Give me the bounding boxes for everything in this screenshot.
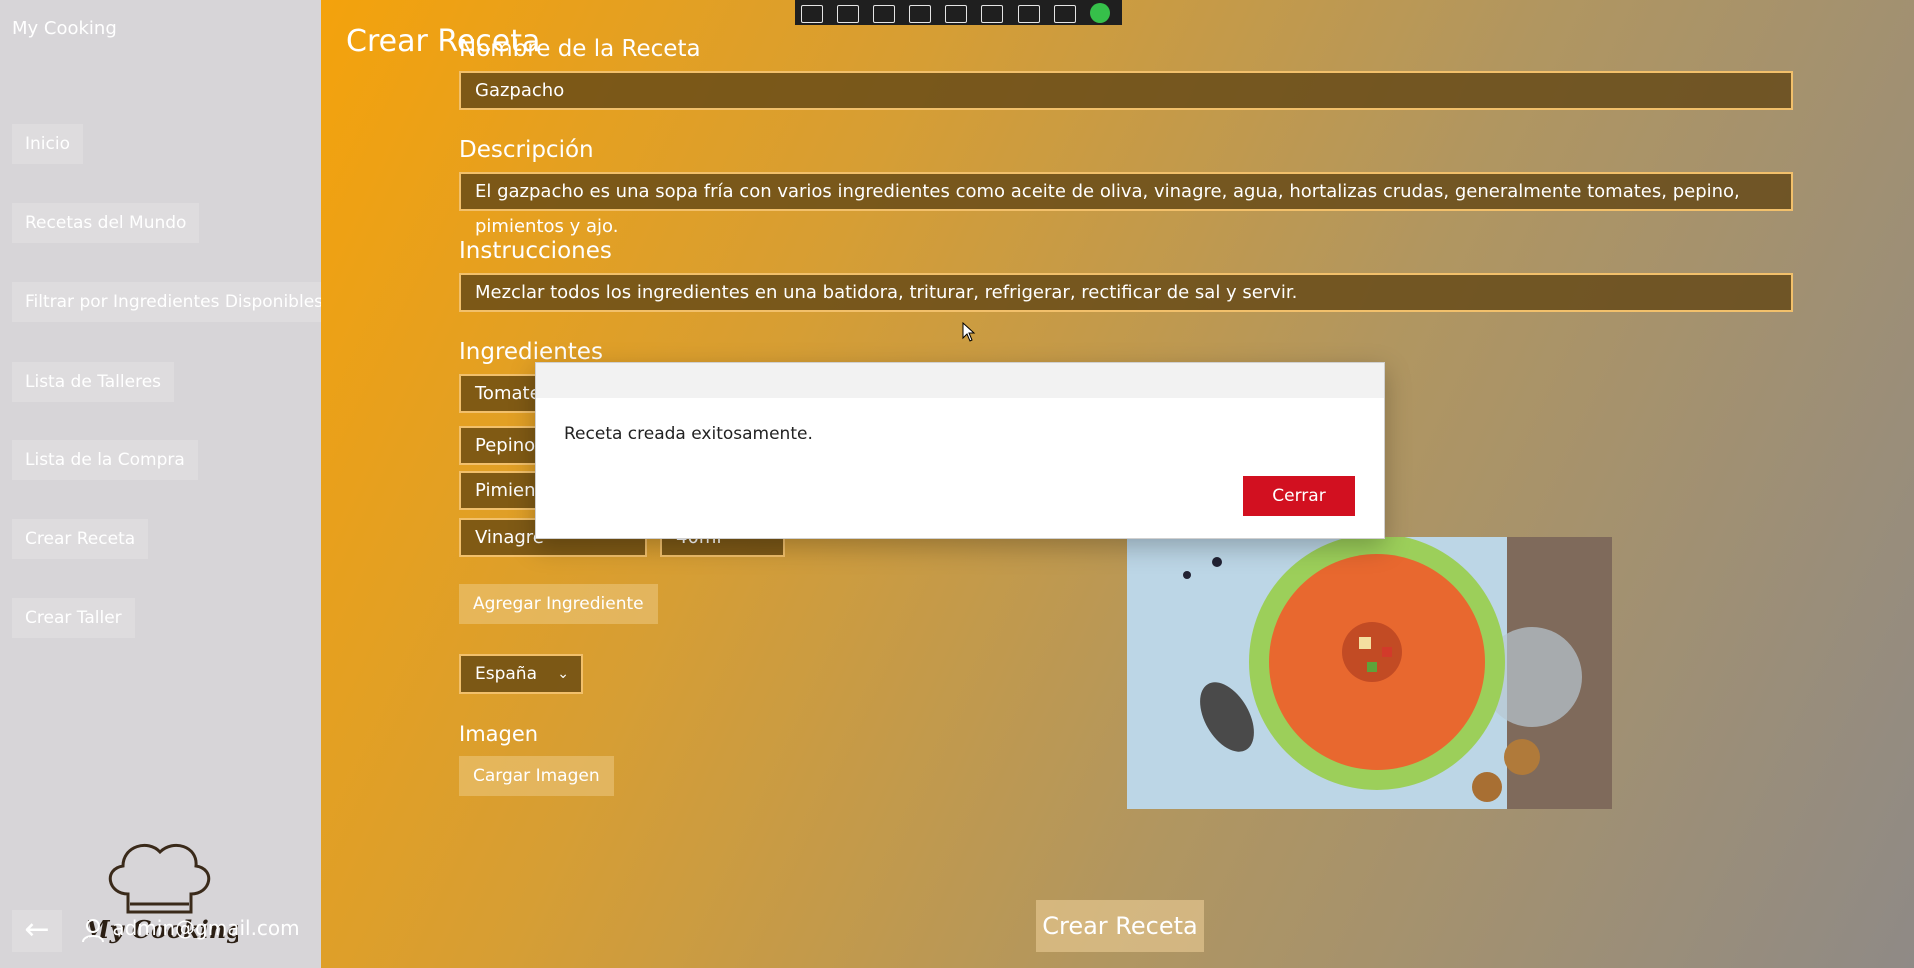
app-title: My Cooking bbox=[12, 18, 117, 39]
mouse-cursor-icon bbox=[962, 322, 976, 342]
select-icon[interactable] bbox=[801, 5, 823, 23]
success-dialog: Receta creada exitosamente. Cerrar bbox=[535, 362, 1385, 539]
image-label: Imagen bbox=[459, 722, 539, 746]
user-icon bbox=[82, 918, 104, 942]
nav-item-crear-receta[interactable]: Crear Receta bbox=[12, 519, 149, 559]
frame-icon[interactable] bbox=[909, 5, 932, 23]
nav-item-label: Crear Taller bbox=[25, 608, 122, 628]
country-select[interactable]: España ⌄ bbox=[459, 654, 583, 694]
check-icon[interactable] bbox=[1089, 3, 1110, 23]
layout-icon[interactable] bbox=[945, 5, 968, 23]
nav-item-label: Crear Receta bbox=[25, 529, 136, 549]
nav-item-lista-compra[interactable]: Lista de la Compra bbox=[12, 440, 198, 480]
nav-item-recetas-del-mundo[interactable]: Recetas del Mundo bbox=[12, 203, 200, 243]
description-input[interactable]: El gazpacho es una sopa fría con varios … bbox=[459, 172, 1793, 237]
gazpacho-image bbox=[1127, 537, 1612, 809]
instructions-input[interactable]: Mezclar todos los ingredientes en una ba… bbox=[459, 273, 1793, 312]
nav-item-filtrar-ingredientes[interactable]: Filtrar por Ingredientes Disponibles bbox=[12, 282, 337, 322]
nav-item-label: Recetas del Mundo bbox=[25, 213, 187, 233]
inspect-icon[interactable] bbox=[981, 5, 1004, 23]
nav-item-label: Filtrar por Ingredientes Disponibles bbox=[25, 292, 324, 312]
dialog-header bbox=[536, 363, 1384, 398]
recipe-name-label: Nombre de la Receta bbox=[459, 36, 701, 62]
user-account[interactable]: admin@gmail.com bbox=[80, 916, 300, 943]
accessibility-icon[interactable] bbox=[1053, 5, 1076, 23]
recipe-name-input[interactable]: Gazpacho bbox=[459, 71, 1793, 110]
debug-toolbar[interactable] bbox=[795, 0, 1122, 25]
instructions-label: Instrucciones bbox=[459, 238, 612, 264]
pointer-icon[interactable] bbox=[873, 5, 896, 23]
create-recipe-button[interactable]: Crear Receta bbox=[1036, 900, 1204, 952]
chevron-down-icon: ⌄ bbox=[557, 666, 569, 682]
user-email: admin@gmail.com bbox=[112, 916, 300, 940]
close-button[interactable]: Cerrar bbox=[1243, 476, 1355, 516]
description-label: Descripción bbox=[459, 137, 594, 163]
arrow-left-icon: ← bbox=[24, 912, 50, 947]
nav-item-label: Lista de Talleres bbox=[25, 372, 162, 392]
sidebar: My Cooking Inicio Recetas del Mundo Filt… bbox=[0, 0, 337, 968]
dialog-message: Receta creada exitosamente. bbox=[564, 424, 813, 444]
video-icon[interactable] bbox=[837, 5, 860, 23]
nav-item-inicio[interactable]: Inicio bbox=[12, 124, 83, 164]
nav-item-label: Lista de la Compra bbox=[25, 450, 185, 470]
back-button[interactable]: ← bbox=[12, 910, 62, 952]
nav-item-lista-talleres[interactable]: Lista de Talleres bbox=[12, 362, 175, 402]
nav-item-crear-taller[interactable]: Crear Taller bbox=[12, 598, 135, 638]
load-image-button[interactable]: Cargar Imagen bbox=[459, 756, 614, 796]
add-ingredient-button[interactable]: Agregar Ingrediente bbox=[459, 584, 658, 624]
nav-item-label: Inicio bbox=[25, 134, 70, 154]
country-select-value: España bbox=[475, 664, 537, 684]
refresh-icon[interactable] bbox=[1017, 5, 1040, 23]
